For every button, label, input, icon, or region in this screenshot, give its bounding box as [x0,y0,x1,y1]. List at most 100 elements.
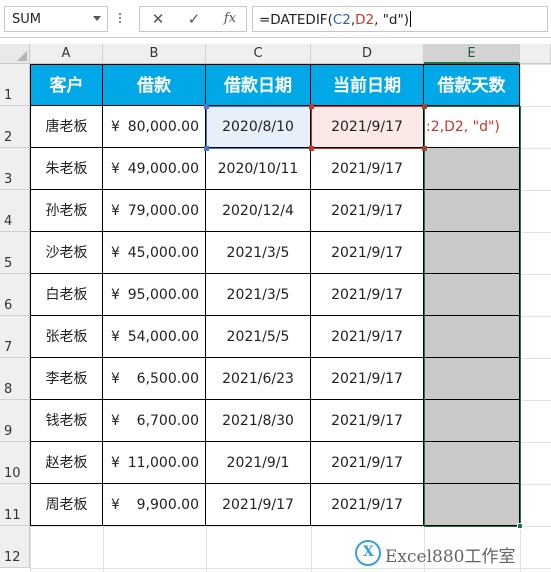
amount-cell[interactable]: ¥80,000.00 [103,106,206,148]
current-date-cell[interactable]: 2021/9/17 [311,274,424,316]
column-header-d[interactable]: D [311,44,424,64]
loan-date-cell[interactable]: 2020/8/10 [206,106,311,148]
current-date-cell[interactable]: 2021/9/17 [311,358,424,400]
loan-date-cell[interactable]: 2021/6/23 [206,358,311,400]
loan-date-cell[interactable]: 2021/3/5 [206,274,311,316]
row-header-10[interactable]: 10 [0,442,30,484]
customer-cell[interactable]: 唐老板 [30,106,103,148]
amount-value: 49,000.00 [127,161,199,177]
header-cell-loan-date[interactable]: 借款日期 [206,64,311,106]
loan-days-cell[interactable] [424,316,520,358]
current-date-cell[interactable]: 2021/9/17 [311,484,424,526]
loan-days-cell[interactable] [424,442,520,484]
gridline-v [520,64,521,572]
formula-input[interactable]: =DATEDIF(C2,D2, "d") [252,6,548,32]
current-date-cell[interactable]: 2021/9/17 [311,400,424,442]
row-header-8[interactable]: 8 [0,358,30,400]
name-box[interactable]: SUM [4,6,108,32]
currency-symbol: ¥ [111,161,120,177]
loan-days-cell[interactable] [424,484,520,526]
resize-handle[interactable] [204,146,209,151]
loan-date-cell[interactable]: 2021/3/5 [206,232,311,274]
row-header-1[interactable]: 1 [0,64,30,106]
currency-symbol: ¥ [111,329,120,345]
header-cell-loan-days[interactable]: 借款天数 [424,64,520,106]
currency-symbol: ¥ [111,413,120,429]
amount-cell[interactable]: ¥95,000.00 [103,274,206,316]
row-header-9[interactable]: 9 [0,400,30,442]
cancel-icon[interactable]: ✕ [146,9,170,29]
loan-date-cell[interactable]: 2020/12/4 [206,190,311,232]
row-header-5[interactable]: 5 [0,232,30,274]
row-header-4[interactable]: 4 [0,190,30,232]
row-header-11[interactable]: 11 [0,484,30,526]
column-header-c[interactable]: C [206,44,311,64]
amount-cell[interactable]: ¥49,000.00 [103,148,206,190]
loan-date-cell[interactable]: 2021/5/5 [206,316,311,358]
currency-symbol: ¥ [111,287,120,303]
loan-days-cell[interactable] [424,400,520,442]
current-date-cell[interactable]: 2021/9/17 [311,190,424,232]
amount-cell[interactable]: ¥45,000.00 [103,232,206,274]
loan-days-cell[interactable] [424,274,520,316]
current-date-cell[interactable]: 2021/9/17 [311,442,424,484]
amount-value: 9,900.00 [136,497,199,513]
chevron-down-icon[interactable] [93,16,101,21]
amount-cell[interactable]: ¥9,900.00 [103,484,206,526]
amount-value: 6,500.00 [136,371,199,387]
loan-date-cell[interactable]: 2021/8/30 [206,400,311,442]
loan-days-cell[interactable] [424,148,520,190]
row-header-2[interactable]: 2 [0,106,30,148]
gridline-h [30,568,551,569]
amount-cell[interactable]: ¥11,000.00 [103,442,206,484]
amount-value: 79,000.00 [127,203,199,219]
customer-cell[interactable]: 张老板 [30,316,103,358]
resize-handle[interactable] [422,146,427,151]
row-header-3[interactable]: 3 [0,148,30,190]
amount-cell[interactable]: ¥6,700.00 [103,400,206,442]
column-header-e[interactable]: E [424,44,520,64]
customer-cell[interactable]: 钱老板 [30,400,103,442]
amount-cell[interactable]: ¥6,500.00 [103,358,206,400]
resize-handle[interactable] [204,104,209,109]
customer-cell[interactable]: 赵老板 [30,442,103,484]
current-date-cell[interactable]: 2021/9/17 [311,148,424,190]
customer-cell[interactable]: 白老板 [30,274,103,316]
current-date-cell[interactable]: 2021/9/17 [311,106,424,148]
column-header-a[interactable]: A [30,44,103,64]
customer-cell[interactable]: 孙老板 [30,190,103,232]
customer-cell[interactable]: 朱老板 [30,148,103,190]
column-header-b[interactable]: B [103,44,206,64]
formula-ref-d2: D2 [355,12,375,28]
customer-cell[interactable]: 李老板 [30,358,103,400]
loan-days-cell[interactable] [424,190,520,232]
enter-icon[interactable]: ✓ [182,9,206,29]
name-box-value: SUM [12,12,41,27]
current-date-cell[interactable]: 2021/9/17 [311,232,424,274]
fill-handle[interactable] [517,523,523,529]
row-header-6[interactable]: 6 [0,274,30,316]
header-cell-customer[interactable]: 客户 [30,64,103,106]
resize-handle[interactable] [422,104,427,109]
amount-cell[interactable]: ¥79,000.00 [103,190,206,232]
loan-date-cell[interactable]: 2020/10/11 [206,148,311,190]
row-header-7[interactable]: 7 [0,316,30,358]
loan-days-cell[interactable] [424,232,520,274]
amount-cell[interactable]: ¥54,000.00 [103,316,206,358]
loan-date-cell[interactable]: 2021/9/17 [206,484,311,526]
customer-cell[interactable]: 沙老板 [30,232,103,274]
current-date-cell[interactable]: 2021/9/17 [311,316,424,358]
resize-handle[interactable] [309,146,314,151]
header-cell-current-date[interactable]: 当前日期 [311,64,424,106]
loan-days-cell[interactable] [424,358,520,400]
currency-symbol: ¥ [111,245,120,261]
header-cell-loan[interactable]: 借款 [103,64,206,106]
select-all-corner[interactable] [0,44,30,64]
resize-handle[interactable] [309,104,314,109]
more-options-icon[interactable] [118,11,122,27]
currency-symbol: ¥ [111,203,120,219]
row-header-12[interactable]: 12 [0,526,30,568]
insert-function-icon[interactable]: fx [218,9,242,29]
customer-cell[interactable]: 周老板 [30,484,103,526]
loan-date-cell[interactable]: 2021/9/1 [206,442,311,484]
